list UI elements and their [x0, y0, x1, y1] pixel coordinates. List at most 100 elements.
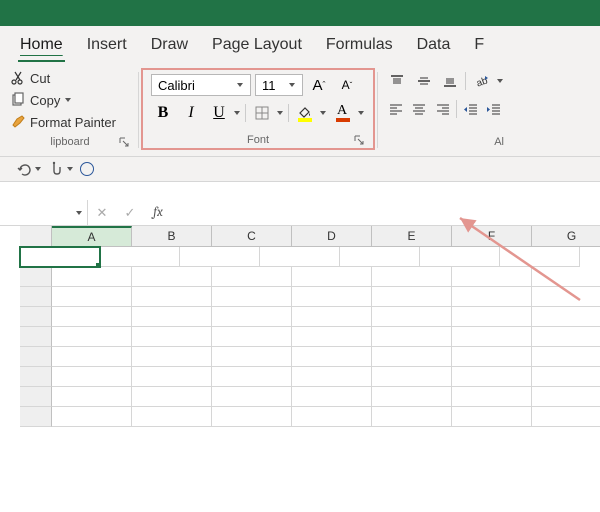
cell[interactable]	[372, 287, 452, 307]
clipboard-dialog-launcher[interactable]	[118, 136, 130, 148]
cell[interactable]	[452, 307, 532, 327]
cell[interactable]	[292, 347, 372, 367]
cell[interactable]	[212, 267, 292, 287]
cell[interactable]	[532, 367, 600, 387]
cell[interactable]	[292, 267, 372, 287]
borders-button[interactable]	[250, 102, 274, 124]
tab-draw[interactable]: Draw	[149, 32, 190, 62]
cell[interactable]	[212, 347, 292, 367]
cell[interactable]	[212, 407, 292, 427]
chevron-down-icon[interactable]	[34, 165, 42, 173]
insert-function-button[interactable]: fx	[144, 200, 172, 225]
font-dialog-launcher[interactable]	[353, 134, 365, 146]
cell[interactable]	[132, 307, 212, 327]
cell[interactable]	[452, 387, 532, 407]
font-color-button[interactable]: A	[331, 102, 355, 124]
record-icon[interactable]	[80, 162, 94, 176]
column-header[interactable]: E	[372, 226, 452, 246]
font-name-dropdown[interactable]: Calibri	[151, 74, 251, 96]
cell[interactable]	[260, 247, 340, 267]
cell[interactable]	[52, 267, 132, 287]
cell[interactable]	[372, 407, 452, 427]
chevron-down-icon[interactable]	[64, 96, 72, 104]
cell[interactable]	[372, 307, 452, 327]
cell[interactable]	[212, 387, 292, 407]
cell[interactable]	[52, 387, 132, 407]
cell[interactable]	[20, 247, 100, 267]
cell[interactable]	[532, 307, 600, 327]
row-header[interactable]	[20, 287, 52, 307]
align-top-button[interactable]	[386, 70, 408, 92]
row-header[interactable]	[20, 407, 52, 427]
cell[interactable]	[532, 387, 600, 407]
cell[interactable]	[452, 267, 532, 287]
decrease-font-button[interactable]: Aˇ	[335, 74, 359, 96]
cell[interactable]	[52, 347, 132, 367]
cell[interactable]	[452, 347, 532, 367]
cell[interactable]	[532, 407, 600, 427]
column-header[interactable]: B	[132, 226, 212, 246]
tab-insert[interactable]: Insert	[85, 32, 129, 62]
cell[interactable]	[372, 347, 452, 367]
row-header[interactable]	[20, 367, 52, 387]
cell[interactable]	[132, 407, 212, 427]
increase-indent-button[interactable]	[485, 98, 504, 120]
row-header[interactable]	[20, 387, 52, 407]
cell[interactable]	[212, 287, 292, 307]
cell[interactable]	[212, 307, 292, 327]
cell[interactable]	[52, 367, 132, 387]
row-header[interactable]	[20, 347, 52, 367]
cell[interactable]	[372, 387, 452, 407]
select-all-triangle[interactable]	[20, 226, 52, 246]
align-center-button[interactable]	[409, 98, 428, 120]
cell[interactable]	[292, 327, 372, 347]
increase-font-button[interactable]: Aˆ	[307, 74, 331, 96]
tab-partial[interactable]: F	[472, 32, 486, 62]
chevron-down-icon[interactable]	[496, 77, 504, 85]
align-bottom-button[interactable]	[439, 70, 461, 92]
chevron-down-icon[interactable]	[66, 165, 74, 173]
chevron-down-icon[interactable]	[288, 81, 296, 89]
cell[interactable]	[180, 247, 260, 267]
cell[interactable]	[292, 407, 372, 427]
column-header[interactable]: G	[532, 226, 600, 246]
chevron-down-icon[interactable]	[276, 109, 284, 117]
cell[interactable]	[100, 247, 180, 267]
tab-formulas[interactable]: Formulas	[324, 32, 395, 62]
cell[interactable]	[132, 327, 212, 347]
cell[interactable]	[372, 267, 452, 287]
cell[interactable]	[132, 387, 212, 407]
formula-input[interactable]	[172, 200, 600, 225]
chevron-down-icon[interactable]	[233, 109, 241, 117]
cell[interactable]	[292, 287, 372, 307]
chevron-down-icon[interactable]	[357, 109, 365, 117]
cancel-formula-button[interactable]: ✕	[88, 200, 116, 225]
cell[interactable]	[532, 287, 600, 307]
cell[interactable]	[372, 327, 452, 347]
cell[interactable]	[532, 327, 600, 347]
column-header[interactable]: F	[452, 226, 532, 246]
cell[interactable]	[500, 247, 580, 267]
cell[interactable]	[452, 327, 532, 347]
name-box[interactable]	[0, 200, 88, 225]
cell[interactable]	[132, 267, 212, 287]
cell[interactable]	[340, 247, 420, 267]
format-painter-button[interactable]: Format Painter	[10, 114, 130, 130]
chevron-down-icon[interactable]	[319, 109, 327, 117]
underline-button[interactable]: U	[207, 102, 231, 124]
cell[interactable]	[212, 367, 292, 387]
cell[interactable]	[52, 307, 132, 327]
row-header[interactable]	[20, 267, 52, 287]
chevron-down-icon[interactable]	[75, 209, 83, 217]
cell[interactable]	[52, 287, 132, 307]
cell[interactable]	[452, 407, 532, 427]
cell[interactable]	[132, 287, 212, 307]
chevron-down-icon[interactable]	[236, 81, 244, 89]
cell[interactable]	[372, 367, 452, 387]
enter-formula-button[interactable]: ✓	[116, 200, 144, 225]
column-header[interactable]: A	[52, 226, 132, 246]
font-size-dropdown[interactable]: 11	[255, 74, 303, 96]
cell[interactable]	[292, 307, 372, 327]
cell[interactable]	[132, 347, 212, 367]
cell[interactable]	[292, 367, 372, 387]
